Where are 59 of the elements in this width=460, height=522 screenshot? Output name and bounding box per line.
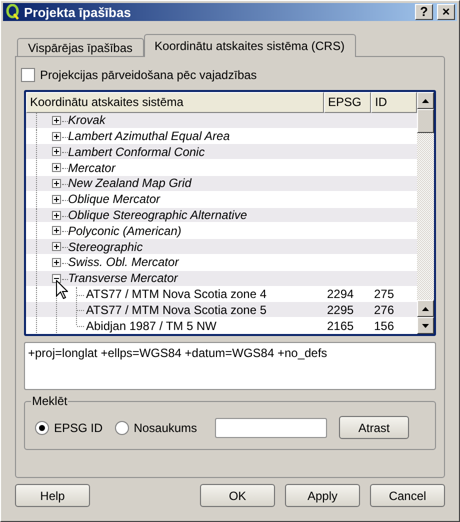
scroll-up-button[interactable] — [417, 92, 434, 109]
dialog-button[interactable]: Help — [15, 484, 90, 507]
help-button[interactable]: ? — [415, 4, 433, 20]
expand-icon[interactable] — [52, 258, 61, 268]
tree-item[interactable]: Abidjan 1987 / TM 5 NW — [86, 318, 217, 333]
expand-icon[interactable] — [52, 147, 61, 156]
radio-label: Nosaukums — [134, 420, 198, 434]
expand-icon[interactable] — [52, 163, 61, 172]
find-button[interactable]: Atrast — [339, 416, 410, 439]
up-arrow-icon — [422, 306, 429, 310]
column-header[interactable]: ID — [371, 92, 417, 113]
tree-item[interactable]: Swiss. Obl. Mercator — [68, 255, 179, 270]
tab[interactable]: Vispārējas īpašības — [17, 38, 144, 56]
radio-label: EPSG ID — [54, 420, 103, 434]
expand-icon[interactable] — [52, 226, 61, 236]
column-header[interactable]: EPSG — [324, 92, 371, 113]
tab[interactable]: Koordinātu atskaites sistēma (CRS) — [144, 34, 356, 57]
dialog-button[interactable]: Apply — [285, 484, 360, 507]
tree-item[interactable]: Oblique Mercator — [68, 192, 160, 206]
radio-button[interactable] — [35, 420, 49, 434]
up-arrow-icon — [422, 98, 429, 102]
proj-string: +proj=longlat +ellps=WGS84 +datum=WGS84 +no_defs — [28, 346, 328, 360]
expand-icon[interactable] — [52, 242, 61, 252]
collapse-icon[interactable] — [52, 274, 61, 283]
close-button[interactable]: × — [437, 4, 455, 20]
tree-item[interactable]: Lambert Azimuthal Equal Area — [68, 128, 230, 143]
expand-icon[interactable] — [52, 178, 61, 188]
scroll-up-button[interactable] — [417, 300, 434, 317]
expand-icon[interactable] — [52, 210, 61, 220]
scroll-down-button[interactable] — [417, 317, 434, 334]
tree-item[interactable]: Polyconic (American) — [68, 224, 182, 238]
id-value: 156 — [374, 318, 394, 333]
scrollbar[interactable] — [417, 92, 434, 334]
checkbox-label: Projekcijas pārveidošana pēc vajadzības — [40, 68, 257, 82]
search-field[interactable] — [215, 418, 328, 438]
dialog-button[interactable]: Cancel — [370, 484, 445, 507]
tree-item[interactable]: Mercator — [68, 160, 116, 175]
checkbox[interactable] — [21, 68, 35, 82]
app-logo-icon — [6, 4, 20, 20]
expand-icon[interactable] — [52, 194, 61, 204]
down-arrow-icon — [422, 324, 429, 328]
epsg-code: 2295 — [327, 302, 354, 317]
column-header[interactable]: Koordinātu atskaites sistēma — [26, 92, 324, 113]
tree-item[interactable]: ATS77 / MTM Nova Scotia zone 5 — [86, 302, 267, 317]
epsg-code: 2294 — [327, 287, 354, 302]
proj-string-box[interactable]: +proj=longlat +ellps=WGS84 +datum=WGS84 +no_defs — [24, 342, 436, 390]
id-value: 276 — [374, 302, 394, 317]
radio-button[interactable] — [114, 420, 129, 434]
epsg-code: 2165 — [327, 318, 354, 333]
group-title: Meklēt — [31, 394, 68, 408]
id-value: 275 — [374, 287, 394, 302]
tree-item[interactable]: Krovak — [68, 113, 106, 128]
tree-item[interactable]: Stereographic — [68, 240, 143, 254]
dialog-button[interactable]: OK — [200, 484, 275, 507]
expand-icon[interactable] — [52, 132, 61, 141]
scroll-thumb[interactable] — [417, 109, 434, 133]
expand-icon[interactable] — [52, 116, 61, 125]
window-title: Projekta īpašības — [24, 4, 132, 20]
tree-item[interactable]: ATS77 / MTM Nova Scotia zone 4 — [86, 287, 267, 302]
